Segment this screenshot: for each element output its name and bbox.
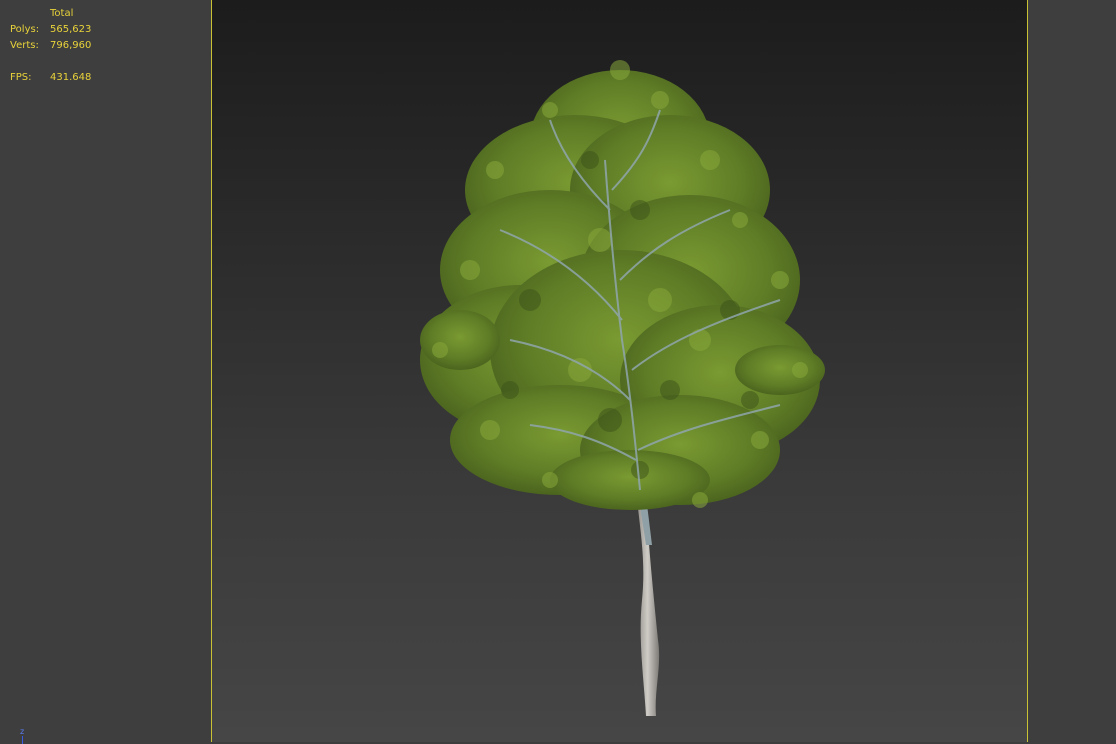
stats-header: Total	[50, 8, 74, 19]
polys-value: 565,623	[50, 24, 92, 35]
fps-label: FPS:	[10, 72, 32, 83]
axis-z-line	[22, 736, 23, 744]
tree-model[interactable]	[400, 40, 840, 720]
viewport-perspective[interactable]: Total Polys: 565,623 Verts: 796,960 FPS:…	[0, 0, 1116, 744]
stats-label-spacer	[10, 6, 50, 22]
viewport-left-margin	[0, 0, 211, 744]
polys-label: Polys:	[10, 24, 40, 35]
axis-tripod-icon: z	[20, 727, 24, 736]
verts-label: Verts:	[10, 40, 39, 51]
verts-value: 796,960	[50, 40, 92, 51]
fps-value: 431.648	[50, 72, 92, 83]
viewport-right-margin	[1028, 0, 1116, 744]
axis-z-label: z	[20, 727, 25, 736]
statistics-overlay: Total Polys: 565,623 Verts: 796,960 FPS:…	[10, 6, 91, 86]
stats-gap	[10, 54, 91, 70]
